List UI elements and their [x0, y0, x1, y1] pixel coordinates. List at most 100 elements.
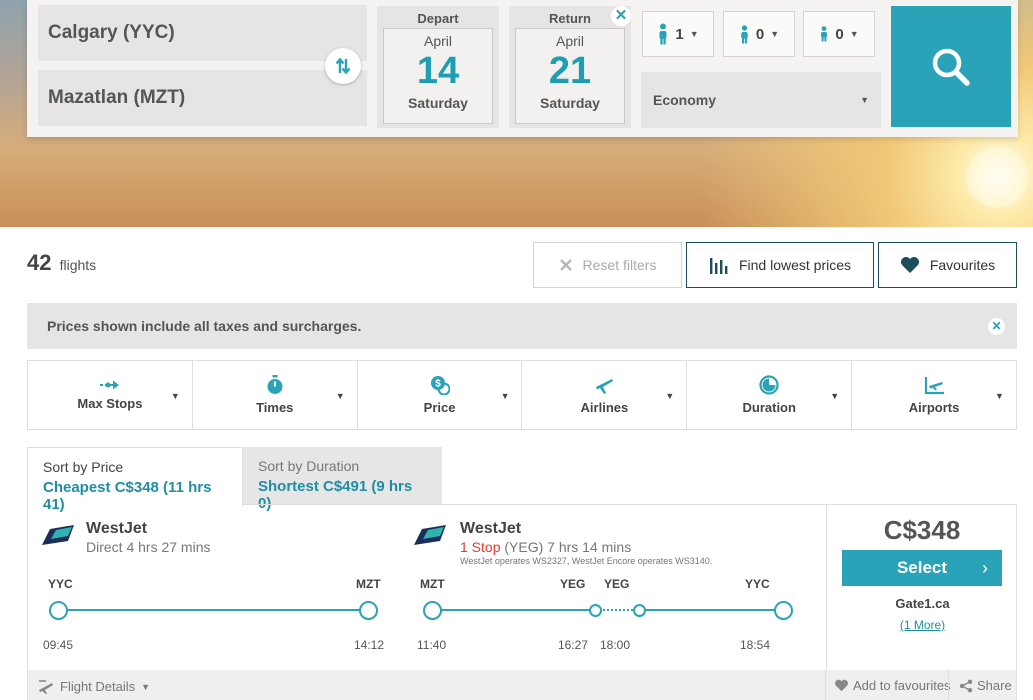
infant-person-icon [821, 26, 828, 42]
depart-label: Depart [417, 11, 459, 26]
origin-node [49, 601, 68, 620]
chevron-down-icon: ▼ [335, 391, 345, 401]
children-selector[interactable]: 0 ▼ [723, 11, 795, 57]
search-panel: Calgary (YYC) Mazatlan (MZT) Depart Apri… [27, 0, 1018, 137]
depart-month: April [423, 33, 452, 49]
filter-label: Max Stops [77, 396, 143, 411]
westjet-logo-icon [414, 525, 446, 545]
stop-detail: (YEG) 7 hrs 14 mins [500, 539, 632, 555]
swap-airports-button[interactable] [325, 48, 361, 84]
chevron-down-icon: ▼ [995, 391, 1004, 401]
reset-filters-button[interactable]: Reset filters [533, 242, 682, 288]
stop-code: YEG [604, 577, 630, 591]
heart-icon [835, 679, 848, 692]
flight-count-number: 42 [27, 250, 52, 275]
destination-node [359, 601, 378, 620]
add-to-favourites-button[interactable]: Add to favourites [825, 670, 959, 700]
destination-node [774, 601, 793, 620]
select-button[interactable]: Select › [842, 550, 1002, 586]
chevron-down-icon: ▼ [141, 681, 151, 692]
close-icon [559, 259, 572, 271]
heart-icon [900, 257, 919, 273]
flight-result-card: WestJet Direct 4 hrs 27 mins YYC MZT 09:… [27, 504, 1017, 700]
return-leg: WestJet 1 Stop (YEG) 7 hrs 14 mins WestJ… [400, 505, 826, 670]
depart-date[interactable]: Depart April 14 Saturday [377, 6, 499, 128]
sort-price-label: Sort by Price [43, 459, 124, 475]
find-lowest-prices-button[interactable]: Find lowest prices [686, 242, 874, 288]
destination-code: MZT [356, 577, 381, 591]
flight-count-label: flights [59, 257, 97, 273]
depart-weekday: Saturday [408, 95, 468, 111]
share-icon [959, 679, 973, 692]
share-button[interactable]: Share [948, 670, 1022, 700]
sort-price-value: Cheapest C$348 (11 hrs 41) [43, 479, 212, 513]
more-vendors-link[interactable]: (1 More) [827, 618, 1018, 632]
filter-price[interactable]: $ Price ▼ [358, 361, 523, 429]
chevron-down-icon: ▼ [689, 29, 699, 39]
return-weekday: Saturday [540, 95, 600, 111]
filter-max-stops[interactable]: Max Stops ▼ [28, 361, 193, 429]
origin-code: YYC [48, 577, 73, 591]
depart-time: 11:40 [417, 638, 447, 652]
return-month: April [555, 33, 584, 49]
airplane-icon [596, 379, 614, 394]
chevron-right-icon: › [982, 557, 988, 578]
stop-depart-time: 18:00 [600, 638, 631, 652]
destination-field[interactable]: Mazatlan (MZT) [38, 70, 367, 126]
coins-icon: $ [430, 376, 450, 395]
sun-glow [966, 146, 1028, 208]
filter-times[interactable]: Times ▼ [193, 361, 358, 429]
flight-count: 42 flights [27, 250, 96, 276]
route-line [432, 609, 596, 611]
plane-details-icon [39, 679, 53, 694]
return-day: 21 [548, 50, 592, 92]
chevron-down-icon: ▼ [500, 391, 510, 401]
stop-code: YEG [560, 577, 586, 591]
flight-details-toggle[interactable]: Flight Details ▼ [38, 679, 150, 694]
clear-return-icon[interactable]: ✕ [611, 6, 631, 26]
price-column: C$348 Select › Gate1.ca (1 More) [826, 505, 1017, 670]
arrive-time: 14:12 [354, 638, 385, 652]
reset-filters-label: Reset filters [582, 257, 657, 273]
card-footer: Flight Details ▼ Add to favourites Share [28, 670, 1016, 700]
westjet-logo-icon [42, 525, 74, 545]
stop-arrive-time: 16:27 [558, 638, 589, 652]
arrive-time: 18:54 [740, 638, 771, 652]
airline-name: WestJet [86, 520, 148, 537]
close-icon[interactable]: ✕ [988, 318, 1005, 335]
adults-selector[interactable]: 1 ▼ [642, 11, 714, 57]
swap-icon [335, 57, 351, 75]
sort-duration-label: Sort by Duration [258, 458, 360, 474]
chevron-down-icon: ▼ [849, 29, 859, 39]
return-date[interactable]: Return April 21 Saturday [509, 6, 631, 128]
filter-airports[interactable]: Airports ▼ [852, 361, 1016, 429]
filter-airlines[interactable]: Airlines ▼ [522, 361, 688, 429]
leg-summary: Direct 4 hrs 27 mins [86, 539, 211, 555]
chevron-down-icon: ▼ [665, 391, 675, 401]
filter-bar: Max Stops ▼ Times ▼ $ Price ▼ Airlines ▼… [27, 360, 1017, 430]
bar-chart-icon [709, 258, 728, 274]
search-button[interactable] [891, 6, 1011, 127]
infants-count: 0 [835, 25, 844, 43]
tab-sort-price[interactable]: Sort by Price Cheapest C$348 (11 hrs 41) [27, 447, 243, 513]
infants-selector[interactable]: 0 ▼ [803, 11, 875, 57]
clock-pie-icon [759, 375, 779, 395]
stop-node [589, 604, 602, 617]
price-notice-text: Prices shown include all taxes and surch… [47, 318, 362, 334]
search-icon [932, 48, 970, 86]
favourites-button[interactable]: Favourites [878, 242, 1017, 288]
stopwatch-icon [267, 375, 283, 394]
children-count: 0 [755, 25, 765, 43]
depart-time: 09:45 [43, 638, 74, 652]
vendor-name: Gate1.ca [895, 596, 950, 611]
fare-price: C$348 [883, 515, 961, 545]
origin-node [423, 601, 442, 620]
cabin-class-select[interactable]: Economy ▼ [641, 72, 881, 128]
tab-sort-duration[interactable]: Sort by Duration Shortest C$491 (9 hrs 0… [243, 447, 442, 512]
filter-label: Airlines [580, 400, 629, 415]
adults-count: 1 [675, 25, 684, 43]
filter-duration[interactable]: Duration ▼ [687, 361, 853, 429]
stop-count: 1 Stop [460, 539, 501, 555]
outbound-leg: WestJet Direct 4 hrs 27 mins YYC MZT 09:… [28, 505, 400, 670]
origin-field[interactable]: Calgary (YYC) [38, 5, 367, 61]
